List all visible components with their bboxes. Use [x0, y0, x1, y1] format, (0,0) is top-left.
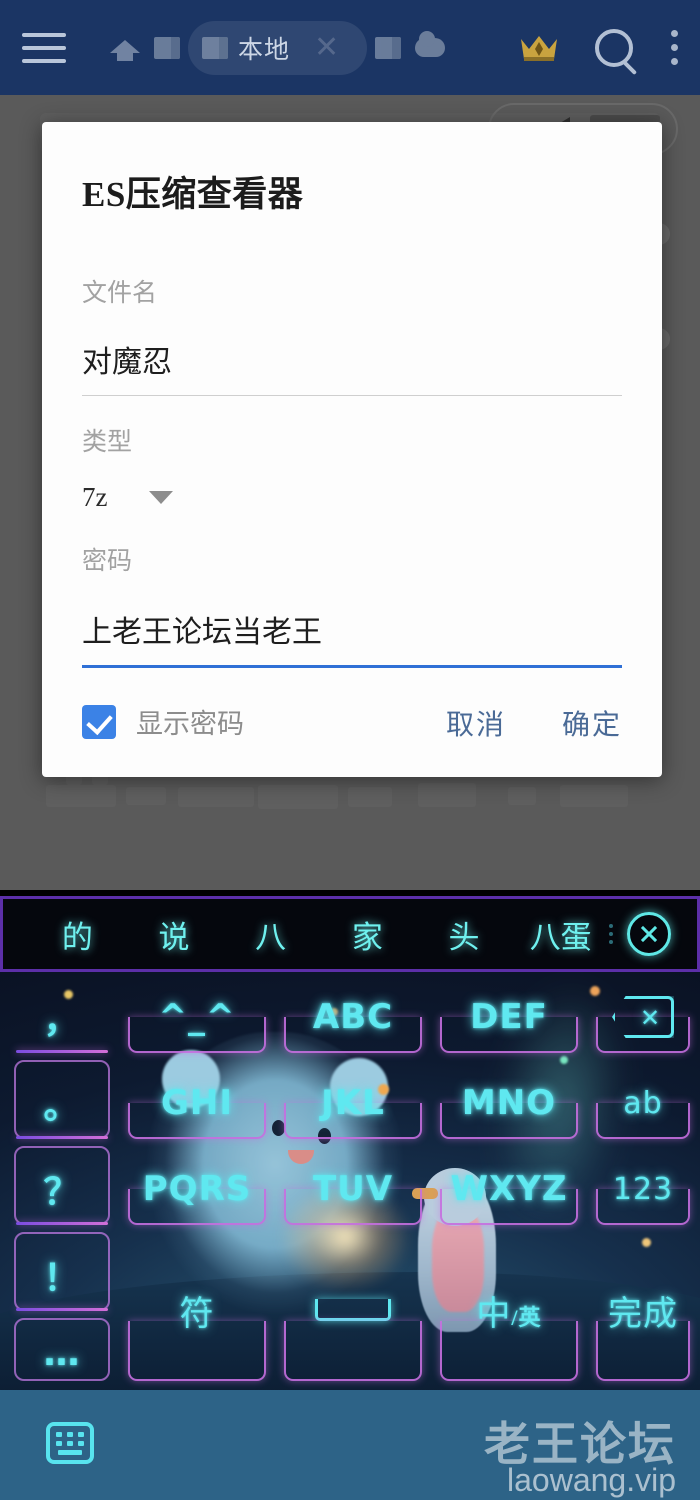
emoticon-key[interactable]: ^_^: [122, 976, 272, 1058]
show-password-label: 显示密码: [136, 709, 244, 739]
backspace-key[interactable]: ✕: [590, 976, 696, 1058]
crown-icon[interactable]: [519, 33, 559, 63]
punct-key-question[interactable]: ？: [6, 1146, 118, 1230]
filename-input[interactable]: 对魔忍: [82, 337, 622, 381]
tuv-key[interactable]: TUV: [278, 1148, 428, 1230]
candidate-bar: 的 说 八 家 头 八蛋: [0, 896, 700, 972]
password-label: 密码: [82, 548, 133, 575]
password-field[interactable]: 密码 上老王论坛当老王: [82, 541, 622, 668]
numeric-key[interactable]: 123: [590, 1148, 696, 1230]
abc-key[interactable]: ABC: [278, 976, 428, 1058]
language-key-label: 中/英: [476, 1295, 542, 1333]
watermark-url: laowang.vip: [507, 1462, 676, 1498]
app-bar: 本地 ✕: [0, 0, 700, 95]
close-circle-icon[interactable]: [627, 912, 671, 956]
type-selected-value: 7z: [82, 482, 108, 512]
type-field[interactable]: 类型 7z: [82, 422, 622, 513]
active-tab-local[interactable]: 本地 ✕: [188, 20, 368, 75]
key-grid: ， 。 ？ ！ … ^_^ ABC DEF ✕ GHI JKL MNO ab P…: [0, 972, 700, 1390]
show-password-checkbox[interactable]: [82, 704, 116, 739]
close-icon[interactable]: ✕: [300, 30, 353, 65]
language-key[interactable]: 中/英: [434, 1234, 584, 1386]
jkl-key[interactable]: JKL: [278, 1062, 428, 1144]
pqrs-key[interactable]: PQRS: [122, 1148, 272, 1230]
es-archive-viewer-dialog: ES压缩查看器 文件名 对魔忍 类型 7z 密码 上老王论坛当老王 显示密码 取…: [42, 122, 662, 777]
keyboard-icon[interactable]: [46, 1422, 94, 1464]
cloud-icon[interactable]: [415, 31, 446, 57]
candidate-item[interactable]: 说: [126, 912, 223, 957]
filename-underline: [82, 395, 622, 396]
punct-key-period[interactable]: 。: [6, 1060, 118, 1144]
symbol-key[interactable]: 符: [122, 1234, 272, 1386]
type-label: 类型: [82, 429, 133, 456]
active-tab-label: 本地: [238, 35, 291, 64]
password-input[interactable]: 上老王论坛当老王: [82, 607, 622, 651]
done-key[interactable]: 完成: [590, 1234, 696, 1386]
candidate-item[interactable]: 八: [222, 912, 319, 957]
candidate-item[interactable]: 八蛋: [512, 912, 609, 957]
t9-keyboard: ， 。 ？ ！ … ^_^ ABC DEF ✕ GHI JKL MNO ab P…: [0, 972, 700, 1390]
space-icon: [315, 1299, 391, 1321]
candidate-item[interactable]: 的: [29, 912, 126, 957]
wxyz-key[interactable]: WXYZ: [434, 1148, 584, 1230]
more-dots-icon[interactable]: [609, 924, 613, 944]
punct-key-exclaim[interactable]: ！: [6, 1232, 118, 1316]
more-vertical-icon[interactable]: [671, 30, 678, 65]
candidate-list: 的 说 八 家 头 八蛋: [29, 912, 609, 957]
password-underline: [82, 665, 622, 668]
type-select[interactable]: 7z: [82, 482, 622, 513]
search-icon[interactable]: [595, 28, 633, 67]
ghi-key[interactable]: GHI: [122, 1062, 272, 1144]
def-key[interactable]: DEF: [434, 976, 584, 1058]
hamburger-icon[interactable]: [22, 32, 66, 63]
tab-icon-next[interactable]: [375, 36, 402, 59]
candidate-item[interactable]: 家: [319, 912, 416, 957]
tab-icon-active: [202, 36, 228, 59]
cancel-button[interactable]: 取消: [446, 703, 506, 743]
mno-key[interactable]: MNO: [434, 1062, 584, 1144]
punct-key-ellipsis[interactable]: …: [6, 1318, 118, 1386]
bottom-bar: 老王论坛 laowang.vip: [0, 1390, 700, 1500]
dialog-actions: 取消 确定: [446, 703, 622, 743]
chevron-down-icon[interactable]: [149, 491, 174, 504]
confirm-button[interactable]: 确定: [562, 703, 622, 743]
backspace-icon: ✕: [612, 996, 674, 1038]
tab-icon[interactable]: [154, 36, 180, 59]
home-icon[interactable]: [110, 35, 140, 61]
ab-key[interactable]: ab: [590, 1062, 696, 1144]
filename-label: 文件名: [82, 280, 158, 307]
screen: 本地 ✕ /: [0, 0, 700, 1500]
dialog-title: ES压缩查看器: [82, 175, 304, 214]
punct-key-comma[interactable]: ，: [6, 976, 118, 1058]
space-key[interactable]: [278, 1234, 428, 1386]
filename-field[interactable]: 文件名 对魔忍: [82, 273, 622, 396]
candidate-item[interactable]: 头: [416, 912, 513, 957]
